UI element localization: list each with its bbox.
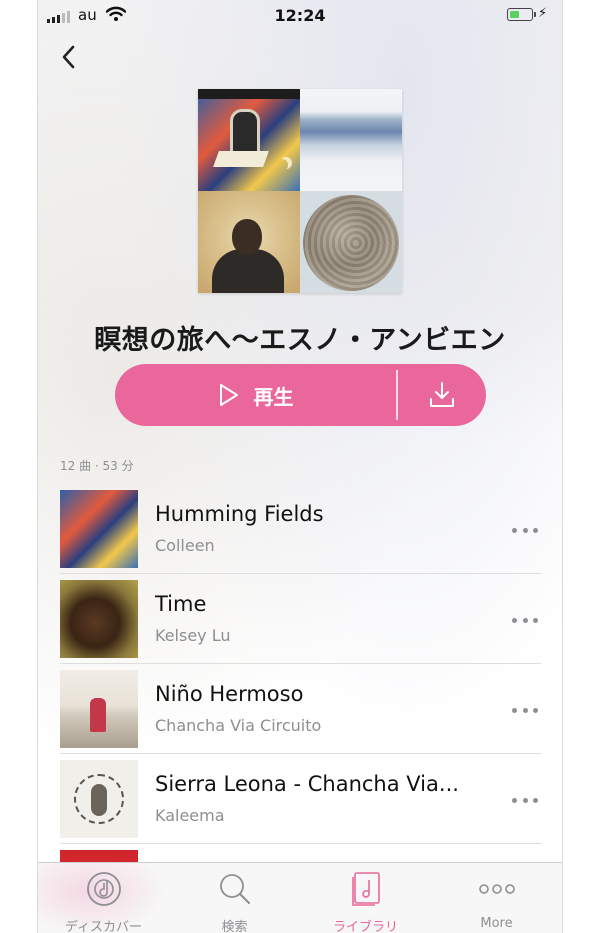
- artwork-tile: [300, 89, 402, 191]
- discover-icon: [86, 872, 121, 906]
- play-button[interactable]: 再生: [115, 364, 396, 426]
- play-icon: [219, 384, 238, 406]
- artwork-tile: [198, 191, 300, 293]
- library-icon: [351, 872, 380, 906]
- play-button-label: 再生: [253, 384, 294, 409]
- status-time: 12:24: [274, 6, 326, 25]
- download-button[interactable]: [397, 364, 486, 426]
- track-artist: Chancha Via Circuito: [155, 716, 322, 735]
- tab-label: ライブラリ: [332, 920, 398, 933]
- status-bar: au 12:24 ⚡: [38, 0, 562, 32]
- tab-label: 検索: [221, 920, 248, 933]
- tab-library[interactable]: ライブラリ: [300, 863, 431, 933]
- track-artwork: [60, 490, 138, 568]
- track-title: Niño Hermoso: [155, 682, 304, 706]
- chevron-left-icon: [62, 45, 75, 69]
- artwork-tile: [198, 89, 300, 191]
- artwork-tile: [300, 191, 402, 293]
- track-artwork: [60, 670, 138, 748]
- track-row[interactable]: Niño Hermoso Chancha Via Circuito: [60, 664, 541, 754]
- track-row[interactable]: Time Kelsey Lu: [60, 574, 541, 664]
- track-artwork: [60, 760, 138, 838]
- track-count-duration: 12 曲 · 53 分: [60, 459, 134, 473]
- track-title: Time: [155, 592, 207, 616]
- back-button[interactable]: [56, 42, 82, 72]
- track-title: Humming Fields: [155, 502, 324, 526]
- playlist-title: 瞑想の旅へ〜エスノ・アンビエン: [94, 325, 506, 356]
- track-row[interactable]: Humming Fields Colleen: [60, 484, 541, 574]
- track-row[interactable]: Sierra Leona - Chancha Via... Kaleema: [60, 754, 541, 844]
- tab-label: More: [480, 916, 513, 931]
- action-bar: 再生: [115, 364, 486, 426]
- tab-search[interactable]: 検索: [169, 863, 300, 933]
- more-options-icon[interactable]: [512, 616, 538, 624]
- playlist-artwork: [198, 89, 402, 293]
- tab-discover[interactable]: ディスカバー: [38, 863, 169, 933]
- track-artist: Kelsey Lu: [155, 626, 231, 645]
- track-artist: Kaleema: [155, 806, 225, 825]
- battery-icon: [507, 8, 536, 21]
- more-options-icon[interactable]: [512, 796, 538, 804]
- tab-label: ディスカバー: [64, 920, 143, 933]
- track-artist: Colleen: [155, 536, 215, 555]
- charging-icon: ⚡: [538, 6, 548, 21]
- more-icon: [478, 884, 515, 894]
- search-icon: [219, 874, 250, 904]
- more-options-icon[interactable]: [512, 706, 538, 714]
- track-title: Sierra Leona - Chancha Via...: [155, 772, 459, 796]
- tab-more[interactable]: More: [431, 863, 562, 933]
- track-artwork: [60, 580, 138, 658]
- more-options-icon[interactable]: [512, 526, 538, 534]
- tab-bar: ディスカバー 検索 ライブラリ More: [38, 862, 562, 933]
- screen: au 12:24 ⚡ 瞑想の旅へ〜エスノ・アンビエン 再生 12 曲 · 53 …: [37, 0, 563, 933]
- download-icon: [429, 382, 454, 407]
